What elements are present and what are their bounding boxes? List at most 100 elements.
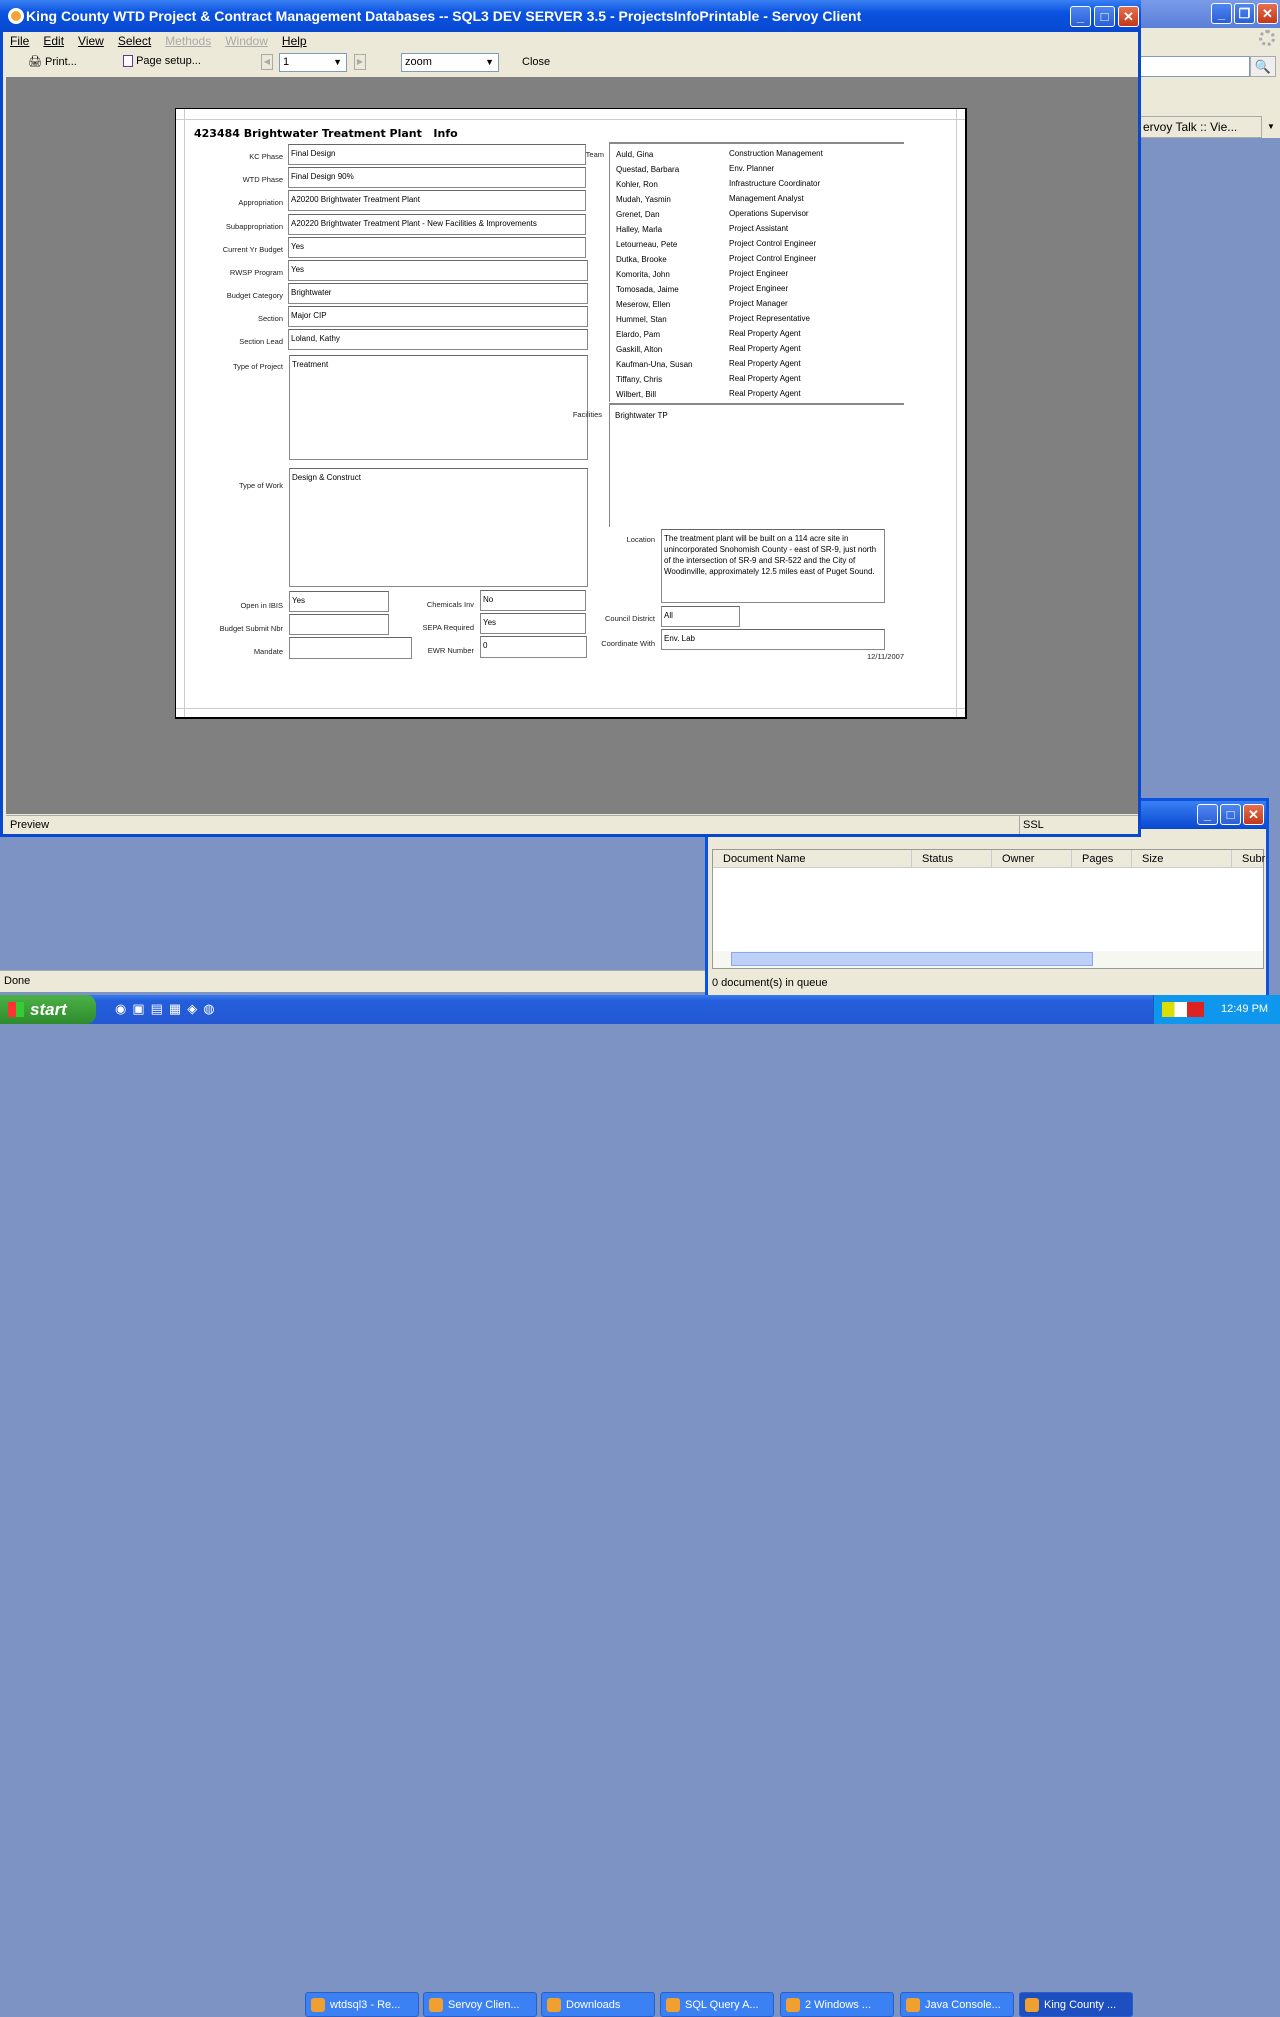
field-5-label: RWSP Program [229, 268, 283, 277]
window-icon [1025, 1998, 1039, 2012]
type-of-work-label: Type of Work [238, 481, 283, 490]
team-member-role: Project Control Engineer [729, 254, 817, 263]
pq-close-button[interactable]: ✕ [1243, 804, 1264, 825]
field-7-label: Section [257, 314, 283, 323]
team-member-role: Project Control Engineer [729, 239, 817, 248]
report-date: 12/11/2007 [867, 652, 904, 661]
taskbar-item[interactable]: SQL Query A... [660, 1992, 774, 2017]
quick-launch: ◉▣▤▦◈◍ [115, 1001, 221, 1016]
team-member-name: Tiffany, Chris [616, 375, 663, 384]
menu-window[interactable]: Window [225, 34, 268, 48]
taskbar-item[interactable]: King County ... [1019, 1992, 1133, 2017]
taskbar-item-label: Downloads [566, 1999, 621, 2011]
throbber-icon [1259, 30, 1275, 46]
browser-close-button[interactable]: ✕ [1257, 3, 1278, 24]
menu-help[interactable]: Help [282, 34, 307, 48]
chemicals-inv-field: No [480, 590, 586, 611]
zoom-select[interactable]: zoom ▼ [401, 53, 499, 72]
page-setup-label: Page setup... [136, 55, 201, 67]
team-member-role: Management Analyst [729, 194, 804, 203]
page-value: 1 [283, 56, 290, 68]
clock: 12:49 PM [1221, 1003, 1269, 1015]
team-member-role: Env. Planner [729, 164, 775, 173]
column-header[interactable]: Status [911, 850, 953, 868]
next-page-button[interactable]: ▶ [354, 54, 366, 70]
search-icon[interactable]: 🔍 [1250, 56, 1276, 77]
taskbar-item-label: 2 Windows ... [805, 1999, 872, 2011]
ewr-number-field: 0 [480, 636, 587, 658]
field-3-field: A20220 Brightwater Treatment Plant - New… [288, 214, 586, 235]
taskbar-item[interactable]: Servoy Clien... [423, 1992, 537, 2017]
window-icon [666, 1998, 680, 2012]
council-district-label: Council District [604, 614, 655, 623]
taskbar-item-label: Java Console... [925, 1999, 1001, 2011]
taskbar-item[interactable]: Java Console... [900, 1992, 1014, 2017]
taskbar-item-label: SQL Query A... [685, 1999, 759, 2011]
taskbar-item[interactable]: wtdsql3 - Re... [305, 1992, 419, 2017]
browser-restore-button[interactable]: ❐ [1234, 3, 1255, 24]
system-tray: 12:49 PM [1153, 995, 1280, 1024]
team-member-name: Questad, Barbara [616, 165, 680, 174]
team-member-name: Elardo, Pam [616, 330, 661, 339]
tray-icons [1162, 1002, 1204, 1017]
page-select[interactable]: 1 ▼ [279, 53, 347, 72]
facilities-value: Brightwater TP [615, 411, 668, 420]
column-header[interactable]: Size [1131, 850, 1163, 868]
window-title: King County WTD Project & Contract Manag… [0, 0, 1141, 32]
pq-horizontal-scrollbar[interactable] [713, 951, 1263, 968]
page-setup-button[interactable]: Page setup... [123, 55, 201, 68]
team-member-name: Meserow, Ellen [616, 300, 671, 309]
column-header[interactable]: Document Name [713, 850, 806, 868]
coordinate-with-label: Coordinate With [601, 639, 655, 648]
column-header[interactable]: Pages [1071, 850, 1113, 868]
search-input[interactable] [1140, 56, 1250, 77]
menu-view[interactable]: View [78, 34, 104, 48]
team-member-role: Real Property Agent [729, 389, 801, 398]
start-label: start [30, 1000, 67, 1019]
window-icon [786, 1998, 800, 2012]
minimize-button[interactable]: _ [1070, 6, 1091, 27]
pq-maximize-button[interactable]: □ [1220, 804, 1241, 825]
close-button[interactable]: ✕ [1118, 6, 1139, 27]
team-member-role: Real Property Agent [729, 329, 801, 338]
browser-minimize-button[interactable]: _ [1211, 3, 1232, 24]
menu-file[interactable]: File [10, 34, 29, 48]
print-button[interactable]: 🖨 Print... [28, 55, 77, 68]
field-1-label: WTD Phase [242, 175, 283, 184]
field-8-field: Loland, Kathy [288, 329, 588, 350]
column-header[interactable]: Owner [991, 850, 1034, 868]
sepa-required-label: SEPA Required [422, 623, 474, 632]
ssl-indicator: SSL [1019, 816, 1069, 834]
taskbar-item[interactable]: 2 Windows ... [780, 1992, 894, 2017]
window-icon [429, 1998, 443, 2012]
prev-page-button[interactable]: ◀ [261, 54, 273, 70]
team-member-name: Komorita, John [616, 270, 670, 279]
team-member-name: Letourneau, Pete [616, 240, 678, 249]
browser-tab[interactable]: ervoy Talk :: Vie... [1140, 116, 1262, 138]
maximize-button[interactable]: □ [1094, 6, 1115, 27]
taskbar-item-label: wtdsql3 - Re... [330, 1999, 401, 2011]
team-member-role: Project Engineer [729, 269, 789, 278]
close-preview-button[interactable]: Close [522, 56, 550, 68]
team-member-name: Grenet, Dan [616, 210, 660, 219]
tab-list-button[interactable]: ▼ [1262, 116, 1280, 138]
council-district-field: All [661, 606, 740, 627]
type-of-project-field: Treatment [289, 355, 588, 460]
taskbar-item[interactable]: Downloads [541, 1992, 655, 2017]
browser-status-bar: Done [0, 970, 705, 992]
team-member-role: Real Property Agent [729, 344, 801, 353]
menu-select[interactable]: Select [118, 34, 151, 48]
team-member-role: Real Property Agent [729, 359, 801, 368]
column-header[interactable]: Subr [1231, 850, 1265, 868]
menu-edit[interactable]: Edit [43, 34, 64, 48]
team-member-role: Project Engineer [729, 284, 789, 293]
pq-status: 0 document(s) in queue [712, 977, 828, 989]
field-4-label: Current Yr Budget [222, 245, 283, 254]
pq-minimize-button[interactable]: _ [1197, 804, 1218, 825]
field-0-field: Final Design [288, 144, 586, 165]
team-member-name: Gaskill, Alton [616, 345, 663, 354]
start-button[interactable]: start [0, 995, 96, 1024]
mandate-field [289, 637, 412, 659]
menu-methods[interactable]: Methods [165, 34, 211, 48]
budget-submit-nbr-field [289, 614, 389, 635]
